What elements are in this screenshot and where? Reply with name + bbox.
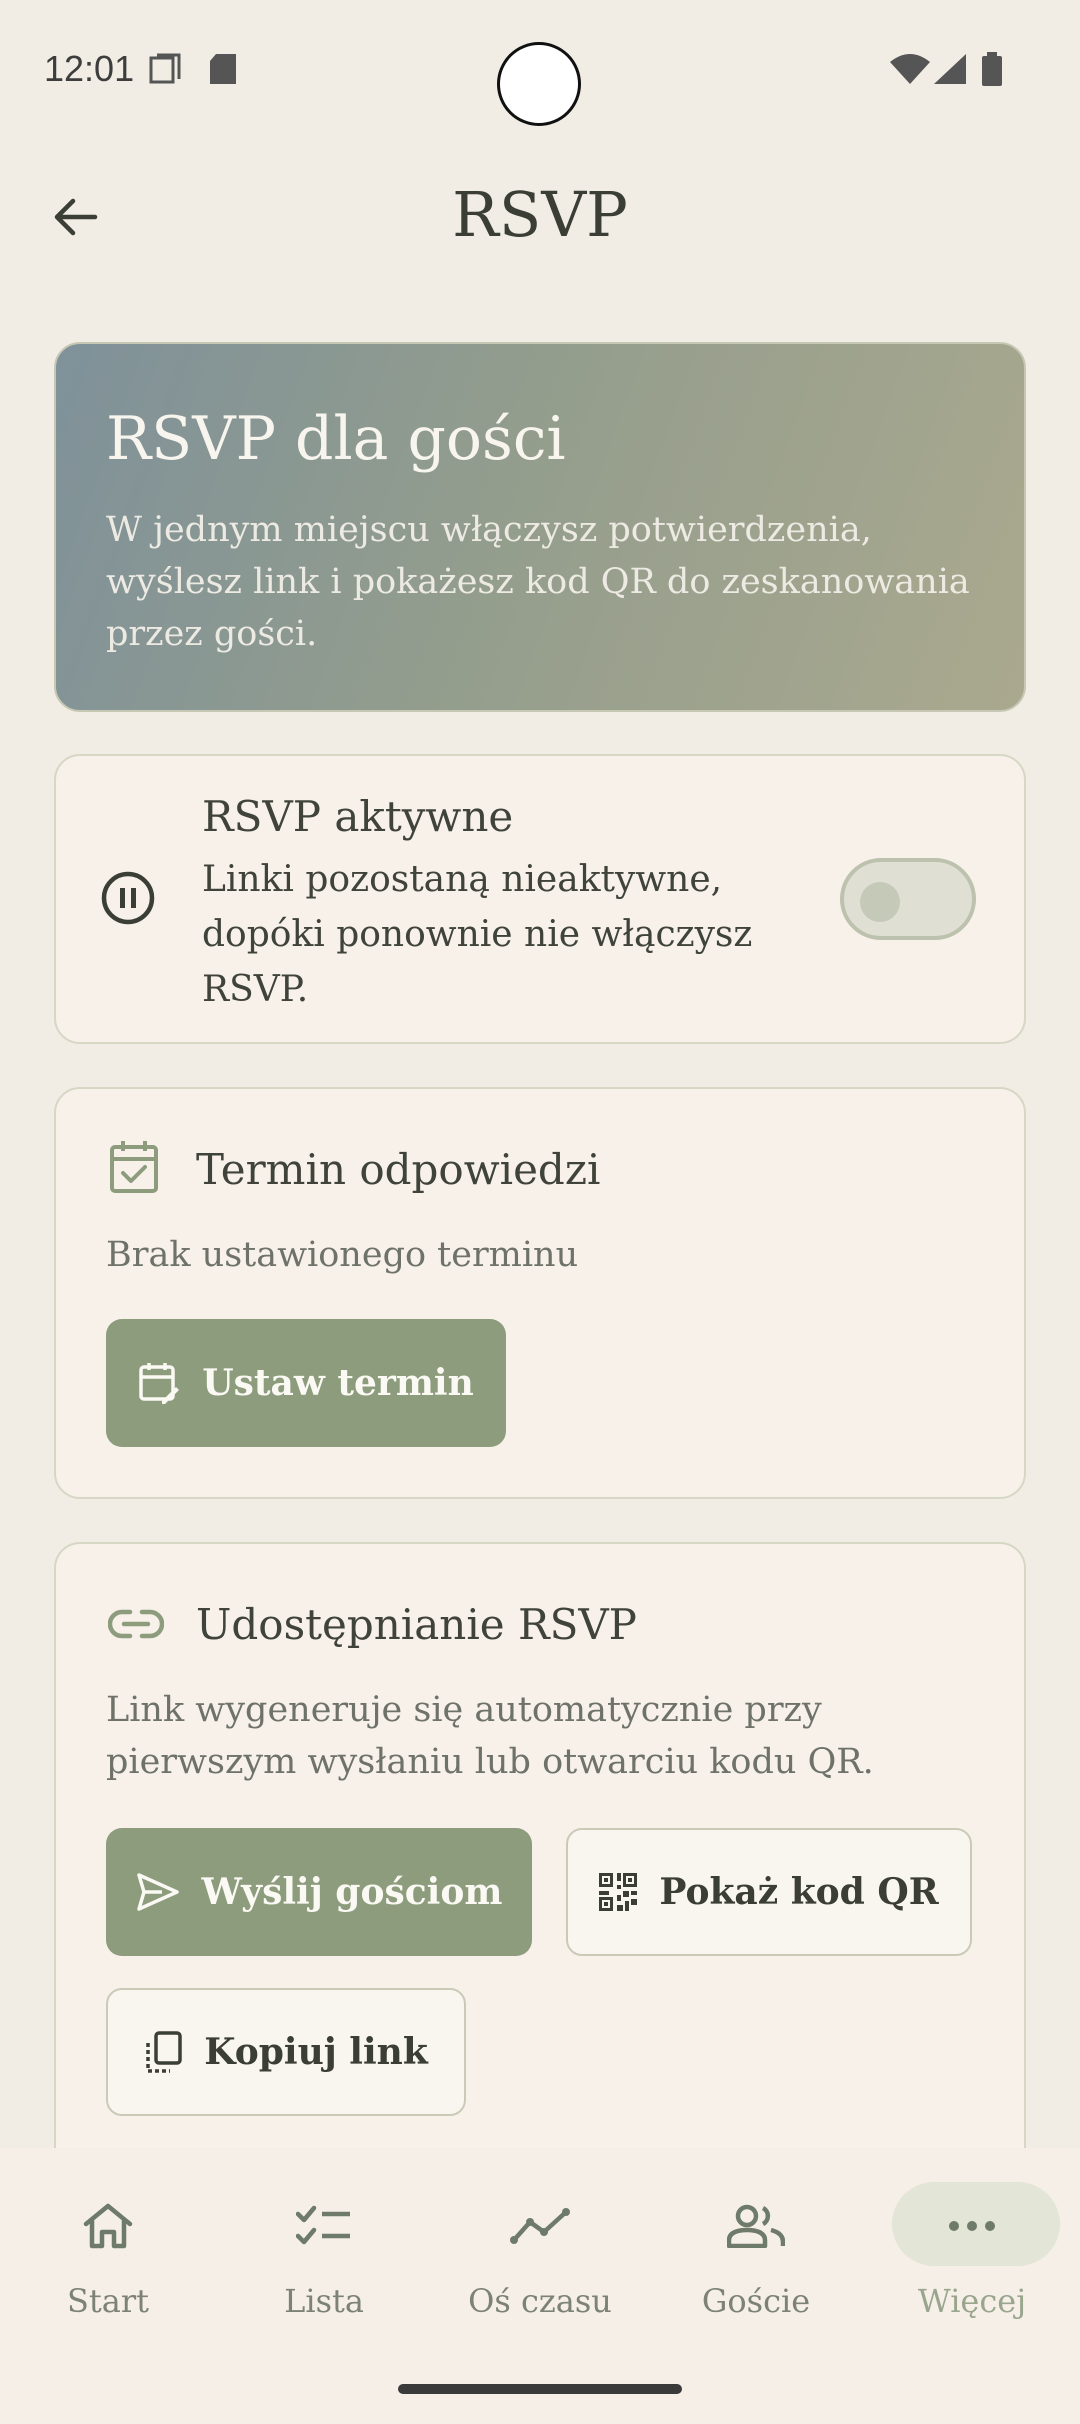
show-qr-label: Pokaż kod QR <box>659 1871 939 1913</box>
rsvp-active-card: RSVP aktywne Linki pozostaną nieaktywne,… <box>54 754 1026 1044</box>
rsvp-toggle-switch[interactable] <box>840 858 976 940</box>
nav-item-start[interactable]: Start <box>0 2148 216 2348</box>
nav-label: Lista <box>284 2282 364 2320</box>
rsvp-active-description: Linki pozostaną nieaktywne, dopóki ponow… <box>202 859 753 1010</box>
set-deadline-button[interactable]: Ustaw termin <box>106 1319 506 1447</box>
copy-icon <box>144 2031 182 2073</box>
status-bar: 12:01 <box>0 0 1080 140</box>
home-indicator[interactable] <box>398 2384 682 2394</box>
front-camera <box>497 42 581 126</box>
hero-banner: RSVP dla gości W jednym miejscu włączysz… <box>54 342 1026 712</box>
nav-item-more[interactable]: Więcej <box>864 2148 1080 2348</box>
send-to-guests-button[interactable]: Wyślij gościom <box>106 1828 532 1956</box>
cellular-signal-icon <box>932 52 968 90</box>
app-header: RSVP <box>0 160 1080 270</box>
nav-item-timeline[interactable]: Oś czasu <box>432 2148 648 2348</box>
checklist-icon <box>216 2198 432 2254</box>
calendar-check-icon <box>108 1139 160 1199</box>
set-deadline-label: Ustaw termin <box>202 1362 474 1404</box>
hero-title: RSVP dla gości <box>106 404 566 474</box>
timeline-icon <box>432 2198 648 2254</box>
send-to-guests-label: Wyślij gościom <box>201 1871 503 1913</box>
page-title: RSVP <box>452 178 628 251</box>
nav-label: Goście <box>701 2282 811 2320</box>
calendar-edit-icon <box>138 1361 180 1405</box>
sd-card-icon <box>208 52 238 90</box>
copy-link-label: Kopiuj link <box>204 2031 428 2073</box>
rsvp-active-title: RSVP aktywne <box>202 792 514 841</box>
bottom-navigation: Start Lista Oś czasu Goście Więcej <box>0 2148 1080 2424</box>
deadline-status: Brak ustawionego terminu <box>106 1235 579 1275</box>
nav-label: Start <box>66 2282 149 2320</box>
battery-icon <box>980 52 1004 92</box>
sharing-title: Udostępnianie RSVP <box>196 1600 637 1649</box>
send-icon <box>136 1872 180 1912</box>
screen-record-icon <box>148 52 182 90</box>
more-icon <box>864 2198 1080 2254</box>
deadline-card: Termin odpowiedzi Brak ustawionego termi… <box>54 1087 1026 1499</box>
nav-label: Więcej <box>917 2282 1027 2320</box>
copy-link-button[interactable]: Kopiuj link <box>106 1988 466 2116</box>
nav-label: Oś czasu <box>468 2282 612 2320</box>
toggle-knob <box>860 882 900 922</box>
hero-description: W jednym miejscu włączysz potwierdzenia,… <box>106 510 970 654</box>
nav-item-guests[interactable]: Goście <box>648 2148 864 2348</box>
status-time: 12:01 <box>44 48 135 89</box>
pause-circle-icon <box>100 870 156 930</box>
show-qr-button[interactable]: Pokaż kod QR <box>566 1828 972 1956</box>
sharing-description: Link wygeneruje się automatycznie przy p… <box>106 1690 874 1782</box>
wifi-icon <box>888 52 932 90</box>
qr-code-icon <box>599 1873 638 1911</box>
link-icon <box>107 1604 165 1648</box>
nav-item-lista[interactable]: Lista <box>216 2148 432 2348</box>
deadline-title: Termin odpowiedzi <box>196 1145 601 1194</box>
home-icon <box>0 2198 216 2254</box>
people-icon <box>648 2198 864 2254</box>
